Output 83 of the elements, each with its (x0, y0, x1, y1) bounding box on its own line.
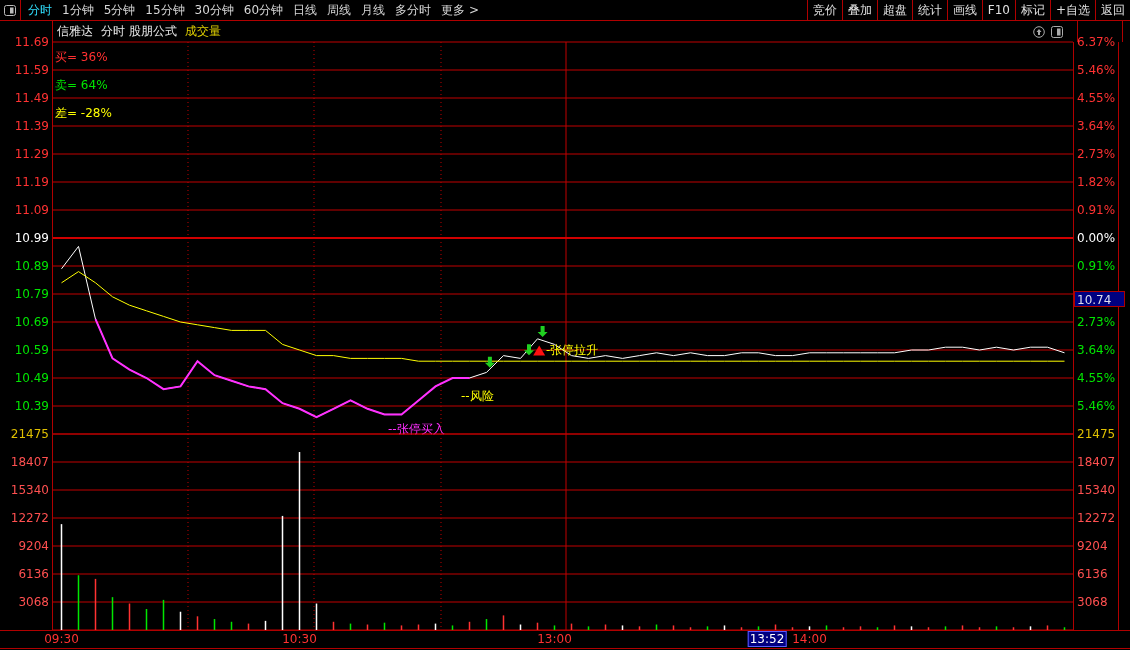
toolbar-button[interactable]: 画线 (946, 0, 982, 20)
cursor-price: 10.74 (1074, 291, 1125, 307)
toolbar-button[interactable]: 统计 (911, 0, 947, 20)
toolbar-button[interactable]: 标记 (1014, 0, 1050, 20)
time-tick: 09:30 (44, 632, 79, 646)
period-tab[interactable]: 日线 (292, 1, 319, 19)
upload-icon[interactable] (1033, 25, 1045, 38)
period-tab[interactable]: 1分钟 (61, 1, 95, 19)
down-arrow-marker (537, 326, 548, 337)
volume-tick: 9204 (1077, 539, 1108, 553)
period-tab[interactable]: 周线 (326, 1, 353, 19)
percent-tick: 3.64% (1077, 119, 1116, 133)
volume-tick: 3068 (1077, 595, 1108, 609)
period-tab[interactable]: 5分钟 (102, 1, 137, 19)
price-tick: 11.39 (14, 119, 49, 133)
toolbar-button[interactable]: 叠加 (841, 0, 877, 20)
percent-tick: 5.46% (1077, 63, 1116, 77)
down-arrow-marker (484, 356, 495, 368)
period-tab[interactable]: 30分钟 (193, 1, 235, 19)
percent-tick: 0.91% (1077, 259, 1116, 273)
price-tick: 10.79 (14, 287, 49, 301)
price-tick: 10.49 (14, 371, 49, 385)
price-tick: 11.69 (14, 35, 49, 49)
volume-tick: 6136 (18, 567, 49, 581)
price-tick: 11.19 (14, 175, 49, 189)
price-tick: 10.69 (14, 315, 49, 329)
percent-tick: 4.55% (1077, 371, 1116, 385)
ratio-indicator: 差= -28% (55, 105, 112, 122)
signal-label: --张停买入 (387, 422, 445, 437)
price-tick: 11.09 (14, 203, 49, 217)
volume-tick: 9204 (18, 539, 49, 553)
volume-tick: 21475 (10, 427, 49, 441)
volume-tick: 6136 (1077, 567, 1108, 581)
percent-tick: 1.82% (1077, 175, 1116, 189)
volume-tick: 12272 (1077, 511, 1116, 525)
panel-icon[interactable] (1051, 25, 1063, 38)
toolbar-button[interactable]: 返回 (1095, 0, 1130, 20)
ratio-indicator: 卖= 64% (55, 77, 108, 94)
price-tick: 10.89 (14, 259, 49, 273)
period-tab[interactable]: 60分钟 (242, 1, 285, 19)
price-tick: 11.49 (14, 91, 49, 105)
price-tick: 11.29 (14, 147, 49, 161)
panel-icon[interactable] (4, 4, 16, 16)
period-tab[interactable]: 分时 (27, 1, 53, 19)
percent-tick: 0.00% (1077, 231, 1116, 245)
up-triangle-marker (533, 345, 546, 356)
signal-label: --风险 (461, 388, 494, 403)
time-tick: 10:30 (282, 632, 317, 646)
percent-tick: 6.37% (1077, 35, 1116, 49)
volume-tick: 15340 (1077, 483, 1116, 497)
volume-tick: 15340 (10, 483, 49, 497)
percent-tick: 5.46% (1077, 399, 1116, 413)
percent-tick: 4.55% (1077, 91, 1116, 105)
chart-title: 分时 股朋公式 (101, 23, 177, 40)
volume-tick: 3068 (18, 595, 49, 609)
volume-tick: 18407 (10, 455, 49, 469)
toolbar-button[interactable]: 竞价 (806, 0, 842, 20)
price-tick: 10.99 (14, 231, 49, 245)
period-tab[interactable]: 更多 > (440, 1, 480, 19)
period-tab[interactable]: 月线 (360, 1, 387, 19)
volume-tick: 18407 (1077, 455, 1116, 469)
percent-tick: 0.91% (1077, 203, 1116, 217)
period-tab[interactable]: 15分钟 (144, 1, 186, 19)
period-tab[interactable]: 多分时 (394, 1, 433, 19)
stock-name: 信雅达 (57, 23, 93, 40)
ratio-indicator: 买= 36% (55, 49, 108, 66)
signal-label: -张停拉升 (546, 342, 599, 357)
down-arrow-marker (524, 344, 534, 356)
percent-tick: 2.73% (1077, 315, 1116, 329)
percent-tick: 3.64% (1077, 343, 1116, 357)
percent-tick: 2.73% (1077, 147, 1116, 161)
volume-tick: 12272 (10, 511, 49, 525)
volume-tick: 21475 (1077, 427, 1116, 441)
indicator-name: 成交量 (184, 23, 221, 40)
time-tick: 13:00 (537, 632, 572, 646)
time-tick: 14:00 (792, 632, 827, 646)
price-tick: 10.39 (14, 399, 49, 413)
toolbar-button[interactable]: F10 (981, 0, 1015, 20)
toolbar-button[interactable]: 超盘 (876, 0, 912, 20)
toolbar-button[interactable]: +自选 (1049, 0, 1095, 20)
price-tick: 11.59 (14, 63, 49, 77)
price-tick: 10.59 (14, 343, 49, 357)
cursor-time: 13:52 (747, 631, 787, 647)
